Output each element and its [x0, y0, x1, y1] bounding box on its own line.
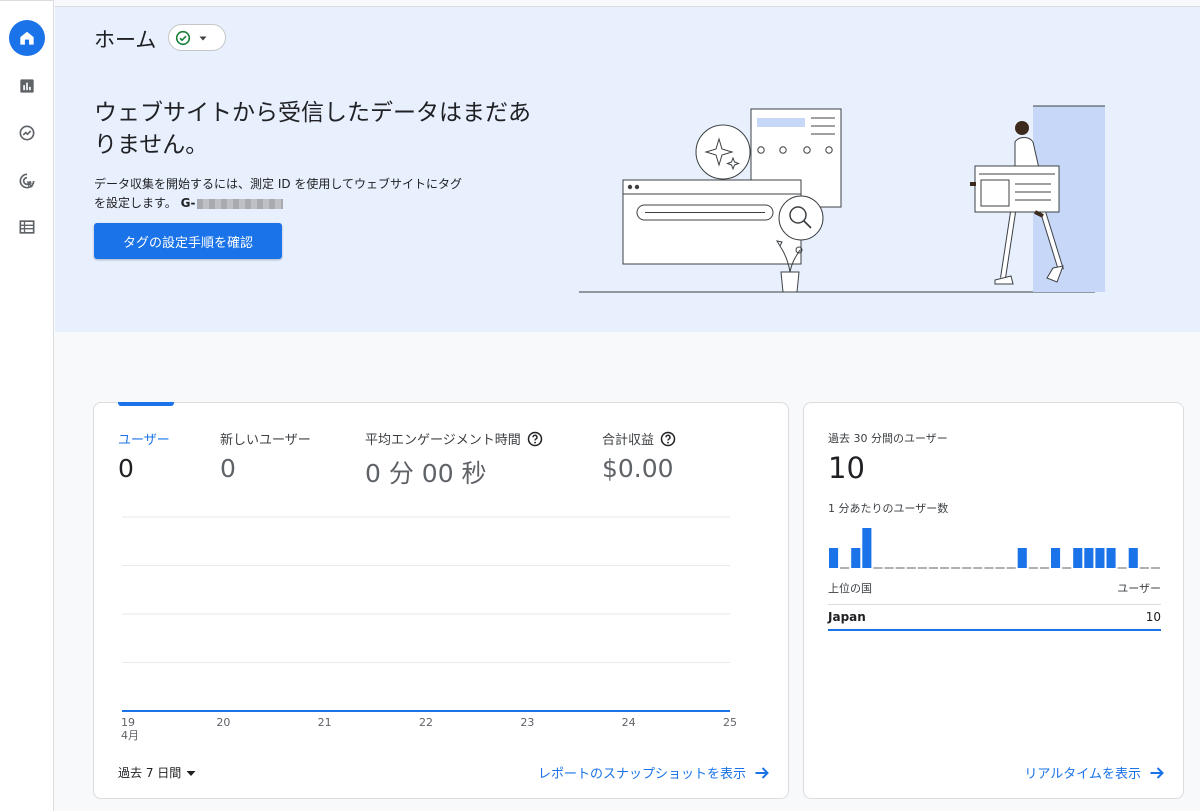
home-icon: [20, 31, 34, 45]
date-range-label: 過去 7 日間: [118, 766, 182, 780]
nav-advertising-button[interactable]: [9, 163, 45, 199]
metric-label-text: 合計収益: [602, 433, 655, 448]
help-icon[interactable]: [527, 431, 543, 447]
row-bar-indicator: [828, 629, 1161, 631]
hero-description: データ収集を開始するには、測定 ID を使用してウェブサイトにタグ を設定します…: [94, 175, 494, 213]
realtime-user-count: 10: [828, 451, 865, 485]
col-country-header: 上位の国: [828, 582, 872, 595]
chart-x-tick-label: 19: [121, 716, 135, 729]
metric-value: 0: [118, 454, 134, 483]
metric-value: 0 分 00 秒: [365, 459, 487, 488]
check-circle-icon: [175, 30, 191, 45]
nav-configure-button[interactable]: [9, 209, 45, 245]
metric-label: 平均エンゲージメント時間: [365, 429, 543, 448]
advertising-icon: [19, 173, 35, 189]
explore-icon: [19, 125, 35, 141]
date-range-dropdown[interactable]: 過去 7 日間: [118, 764, 197, 781]
hero-heading: ウェブサイトから受信したデータはまだありません。: [94, 100, 531, 158]
data-status-dropdown[interactable]: [168, 24, 226, 51]
page-title: ホーム: [94, 28, 157, 52]
chart-month-label: 4月: [121, 729, 139, 742]
country-user-count: 10: [1145, 610, 1161, 624]
view-realtime-link[interactable]: リアルタイムを表示: [1024, 763, 1165, 782]
metric-value: $0.00: [602, 454, 674, 483]
chart-x-tick-label: 22: [419, 716, 433, 729]
metric-label-text: 平均エンゲージメント時間: [365, 433, 521, 448]
hero-description-line2: を設定します。: [94, 196, 177, 210]
table-row[interactable]: Japan 10: [828, 610, 1161, 624]
chart-x-tick-label: 21: [318, 716, 332, 729]
metric-value: 0: [220, 454, 236, 483]
hero-description-line1: データ収集を開始するには、測定 ID を使用してウェブサイトにタグ: [94, 177, 463, 191]
metric-tab-total-revenue[interactable]: 合計収益 $0.00: [602, 429, 676, 483]
realtime-card: 過去 30 分間のユーザー 10 1 分あたりのユーザー数 上位の国 ユーザー …: [803, 402, 1184, 799]
minute-bar: [1051, 548, 1061, 568]
chart-x-tick-label: 25: [723, 716, 737, 729]
minute-bar: [1073, 548, 1083, 568]
left-nav-rail: [0, 0, 54, 811]
minute-bar: [1128, 548, 1138, 568]
caret-down-icon: [199, 36, 207, 40]
nav-explore-button[interactable]: [9, 115, 45, 151]
active-tab-indicator: [118, 402, 174, 406]
view-tag-instructions-button[interactable]: タグの設定手順を確認: [94, 223, 282, 259]
metric-tab-new-users[interactable]: 新しいユーザー 0: [220, 429, 311, 483]
col-users-header: ユーザー: [1117, 582, 1161, 595]
metric-tab-avg-engagement-time[interactable]: 平均エンゲージメント時間 0 分 00 秒: [365, 429, 543, 490]
arrow-right-icon: [755, 766, 769, 779]
minute-bar: [851, 548, 861, 568]
setup-illustration: [579, 105, 1105, 293]
arrow-right-icon: [1150, 766, 1164, 779]
country-name: Japan: [828, 610, 866, 624]
minute-bar: [829, 548, 839, 568]
view-report-snapshot-link[interactable]: レポートのスナップショットを表示: [538, 763, 770, 782]
hero-banner: ホーム ウェブサイトから受信したデータはまだありません。 データ収集を開始するに…: [55, 6, 1200, 332]
chart-x-tick-label: 24: [622, 716, 636, 729]
metric-label-text: ユーザー: [118, 433, 170, 448]
reports-icon: [20, 79, 34, 93]
minute-bar: [1084, 548, 1094, 568]
configure-icon: [19, 220, 35, 234]
link-label: レポートのスナップショットを表示: [537, 767, 746, 782]
minute-bar: [1106, 548, 1116, 568]
nav-reports-button[interactable]: [9, 68, 45, 104]
realtime-per-minute-label: 1 分あたりのユーザー数: [828, 502, 949, 515]
metric-label: ユーザー: [118, 429, 170, 448]
caret-down-icon: [186, 770, 196, 776]
top-countries-header: 上位の国 ユーザー: [828, 580, 1161, 605]
chart-x-tick-label: 23: [520, 716, 534, 729]
minute-bar: [1095, 548, 1105, 568]
nav-home-button[interactable]: [9, 20, 45, 56]
measurement-id-redacted: [197, 198, 284, 209]
users-per-minute-bar-chart: [829, 528, 1160, 569]
help-icon[interactable]: [660, 431, 676, 447]
link-label: リアルタイムを表示: [1024, 767, 1141, 782]
metric-label: 合計収益: [602, 429, 676, 448]
realtime-title: 過去 30 分間のユーザー: [828, 432, 948, 445]
metric-label-text: 新しいユーザー: [220, 433, 311, 448]
overview-card: ユーザー 0 新しいユーザー 0 平均エンゲージメント時間 0 分 00 秒 合…: [93, 402, 789, 799]
metric-tab-users[interactable]: ユーザー 0: [118, 429, 170, 483]
metric-label: 新しいユーザー: [220, 429, 311, 448]
chart-x-tick-label: 20: [216, 716, 230, 729]
measurement-id: G-: [180, 196, 196, 210]
users-line-chart: 19 20 21 22 23 24 25 4月: [121, 516, 737, 742]
minute-bar: [862, 528, 872, 568]
minute-bar: [1017, 548, 1027, 568]
